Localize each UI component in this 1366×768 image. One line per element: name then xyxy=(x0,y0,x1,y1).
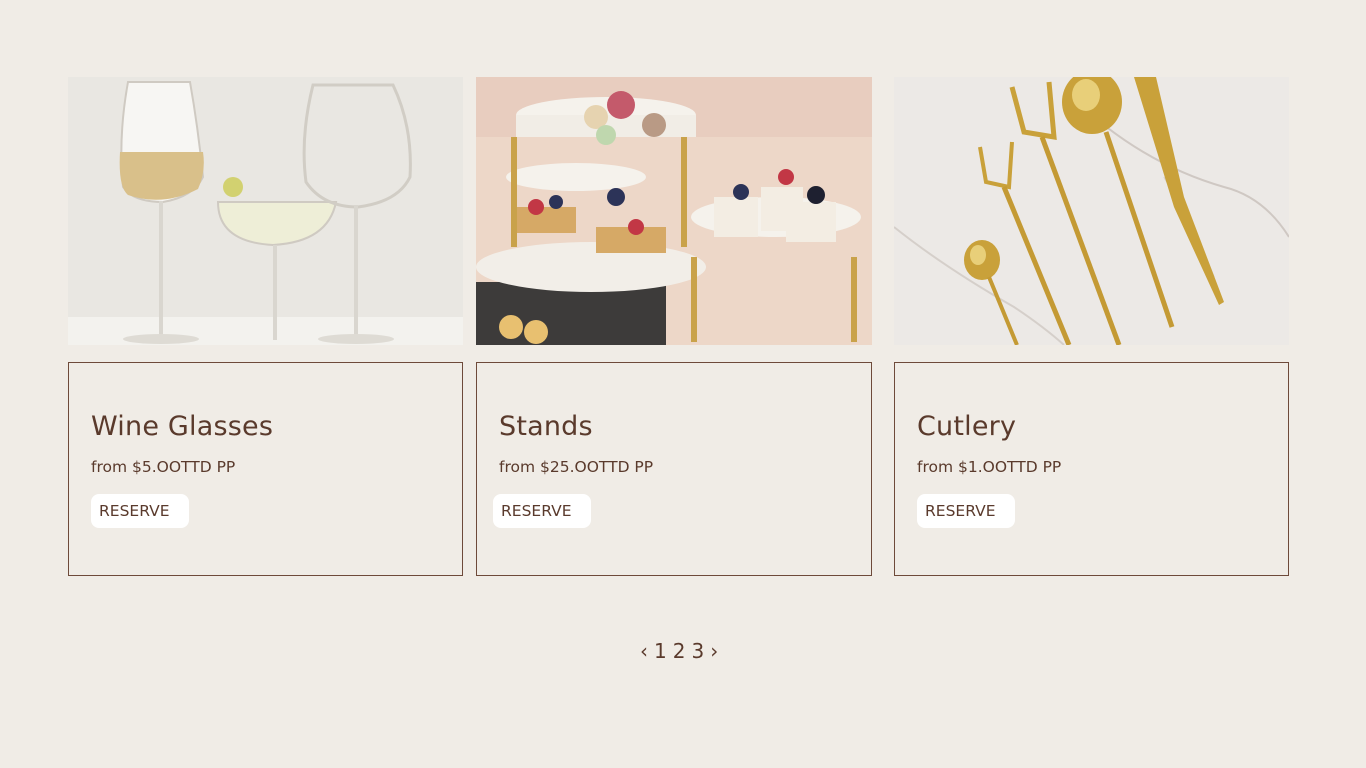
pagination: ‹ 1 2 3 › xyxy=(640,638,720,664)
product-price: from $25.OOTTD PP xyxy=(499,458,654,476)
product-title: Stands xyxy=(499,411,593,442)
prev-page-chevron-icon[interactable]: ‹ xyxy=(640,639,648,663)
product-card-stands: Stands from $25.OOTTD PP RESERVE xyxy=(476,362,872,576)
page-link-1[interactable]: 1 xyxy=(654,639,667,663)
product-title: Cutlery xyxy=(917,411,1017,442)
product-card-wine-glasses: Wine Glasses from $5.OOTTD PP RESERVE xyxy=(68,362,463,576)
product-price: from $5.OOTTD PP xyxy=(91,458,236,476)
product-price: from $1.OOTTD PP xyxy=(917,458,1062,476)
wine-glasses-photo xyxy=(68,77,463,345)
next-page-chevron-icon[interactable]: › xyxy=(710,639,718,663)
gold-cutlery-photo xyxy=(894,77,1289,345)
product-card-cutlery: Cutlery from $1.OOTTD PP RESERVE xyxy=(894,362,1289,576)
reserve-button-cutlery[interactable]: RESERVE xyxy=(917,494,1015,528)
page-link-2[interactable]: 2 xyxy=(673,639,686,663)
product-title: Wine Glasses xyxy=(91,411,274,442)
page-link-3[interactable]: 3 xyxy=(691,639,704,663)
dessert-stands-photo xyxy=(476,77,872,345)
reserve-button-stands[interactable]: RESERVE xyxy=(493,494,591,528)
reserve-button-wine-glasses[interactable]: RESERVE xyxy=(91,494,189,528)
